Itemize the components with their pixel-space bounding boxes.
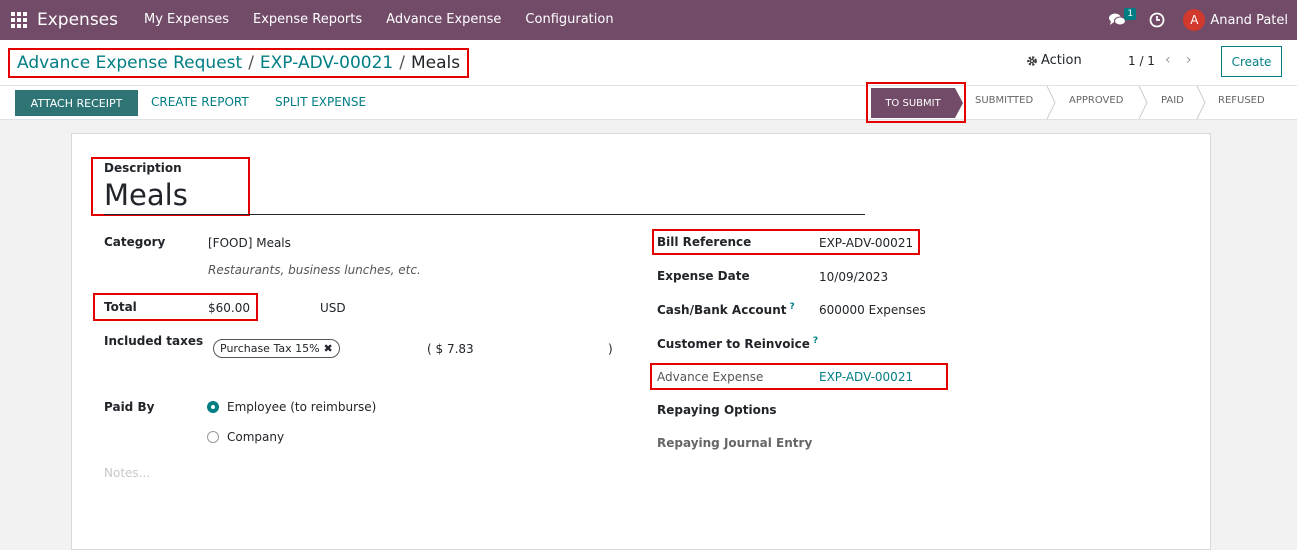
breadcrumb-root[interactable]: Advance Expense Request [17,53,242,73]
control-panel: Advance Expense Request / EXP-ADV-00021 … [0,40,1297,86]
menu-expense-reports[interactable]: Expense Reports [241,0,374,40]
expense-date-label: Expense Date [657,269,750,283]
pager-previous-button[interactable]: ‹ [1165,52,1171,68]
description-underline [104,214,865,215]
breadcrumb-current: Meals [410,53,461,73]
create-report-button[interactable]: CREATE REPORT [151,95,249,109]
paid-by-company-radio[interactable] [207,431,219,443]
advance-expense-label: Advance Expense [657,370,764,384]
cash-bank-account-field[interactable]: 600000 Expenses [819,303,926,317]
menu-advance-expense[interactable]: Advance Expense [374,0,513,40]
chat-icon[interactable]: 1 [1109,0,1137,40]
chat-count-badge: 1 [1124,8,1137,20]
menu-configuration[interactable]: Configuration [513,0,625,40]
tax-tag-label: Purchase Tax 15% [220,342,320,355]
stage-refused[interactable]: REFUSED [1218,95,1265,106]
cash-bank-account-label: Cash/Bank Account? [657,302,795,317]
stage-submitted[interactable]: SUBMITTED [975,95,1033,106]
action-label: Action [1041,53,1082,68]
breadcrumb-separator: / [399,53,405,73]
included-taxes-label: Included taxes [104,334,204,348]
activity-clock-icon[interactable] [1149,12,1165,28]
description-input[interactable]: Meals [104,178,188,212]
notes-field[interactable]: Notes... [104,466,150,480]
paid-by-company-label[interactable]: Company [227,430,284,444]
help-tooltip-icon[interactable]: ? [790,302,795,312]
menu-my-expenses[interactable]: My Expenses [132,0,241,40]
apps-grid-icon[interactable] [11,12,27,28]
top-navbar: Expenses My Expenses Expense Reports Adv… [0,0,1297,40]
stage-to-submit[interactable]: TO SUBMIT [871,88,963,118]
tax-tag[interactable]: Purchase Tax 15% ✖ [213,339,340,358]
repaying-journal-entry-label: Repaying Journal Entry [657,436,813,450]
user-name[interactable]: Anand Patel [1210,13,1288,28]
stage-separator [1046,86,1056,119]
advance-expense-link[interactable]: EXP-ADV-00021 [819,370,913,384]
stage-approved[interactable]: APPROVED [1069,95,1123,106]
breadcrumb-separator: / [248,53,254,73]
category-field[interactable]: [FOOD] Meals [208,236,291,250]
currency-field[interactable]: USD [320,301,346,315]
action-button[interactable]: Action [1026,53,1082,68]
paid-by-employee-radio[interactable] [207,401,219,413]
total-label: Total [104,300,137,314]
bill-reference-field[interactable]: EXP-ADV-00021 [819,236,913,250]
pager-next-button[interactable]: › [1186,52,1192,68]
gear-icon [1027,55,1037,66]
avatar[interactable]: A [1183,9,1206,31]
paid-by-label: Paid By [104,400,155,414]
split-expense-button[interactable]: SPLIT EXPENSE [275,95,366,109]
repaying-options-label: Repaying Options [657,403,777,417]
bill-reference-label: Bill Reference [657,235,752,249]
stage-separator [1196,86,1206,119]
customer-reinvoice-label: Customer to Reinvoice? [657,336,819,351]
form-statusbar: ATTACH RECEIPT CREATE REPORT SPLIT EXPEN… [0,86,1297,120]
tax-amount-close: ) [608,342,613,356]
breadcrumb: Advance Expense Request / EXP-ADV-00021 … [8,48,470,78]
total-field[interactable]: $60.00 [208,301,250,315]
breadcrumb-record[interactable]: EXP-ADV-00021 [260,53,393,73]
remove-tag-icon[interactable]: ✖ [324,342,333,355]
stage-separator [1138,86,1148,119]
help-tooltip-icon[interactable]: ? [813,336,818,346]
paid-by-employee-label[interactable]: Employee (to reimburse) [227,400,376,414]
category-label: Category [104,235,166,249]
pager-value[interactable]: 1 / 1 [1128,54,1155,68]
app-title[interactable]: Expenses [37,10,118,30]
create-button[interactable]: Create [1221,46,1282,77]
category-hint: Restaurants, business lunches, etc. [208,263,421,277]
description-label: Description [104,161,182,175]
expense-date-field[interactable]: 10/09/2023 [819,270,888,284]
tax-amount: ( $ 7.83 [427,342,474,356]
stage-paid[interactable]: PAID [1161,95,1184,106]
attach-receipt-button[interactable]: ATTACH RECEIPT [15,90,138,116]
